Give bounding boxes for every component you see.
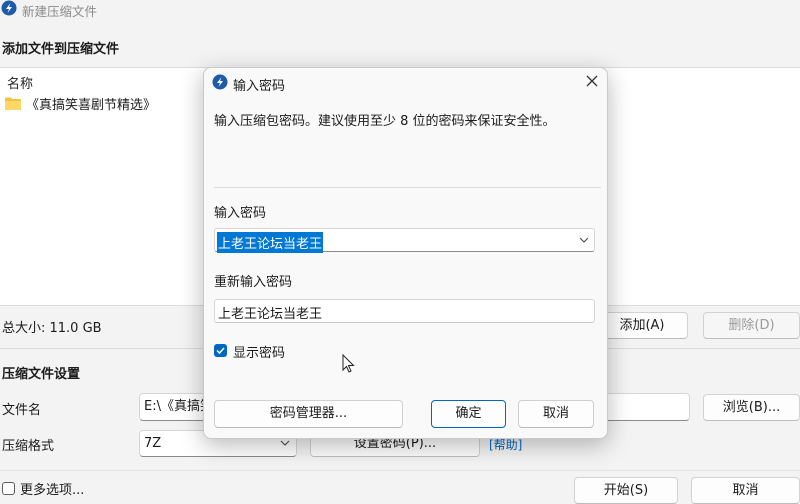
more-options-checkbox[interactable] xyxy=(2,482,15,495)
password-input[interactable]: 上老王论坛当老王 xyxy=(214,228,595,253)
mouse-cursor-icon xyxy=(342,354,355,373)
checkmark-icon xyxy=(216,347,225,355)
browse-button[interactable]: 浏览(B)... xyxy=(703,394,800,421)
app-logo-icon xyxy=(1,0,17,16)
total-size: 总大小: 11.0 GB xyxy=(2,321,102,336)
start-button[interactable]: 开始(S) xyxy=(574,477,678,504)
list-item[interactable]: 《真搞笑喜剧节精选》 xyxy=(5,94,157,113)
window-title: 新建压缩文件 xyxy=(22,4,98,19)
app-logo-icon xyxy=(212,74,228,90)
dialog-cancel-button[interactable]: 取消 xyxy=(518,400,594,428)
password-manager-button[interactable]: 密码管理器... xyxy=(214,400,403,428)
main-cancel-button[interactable]: 取消 xyxy=(691,477,800,504)
chevron-down-icon[interactable] xyxy=(579,237,589,244)
add-section-heading: 添加文件到压缩文件 xyxy=(2,42,120,57)
dialog-description: 输入压缩包密码。建议使用至少 8 位的密码来保证安全性。 xyxy=(214,114,556,129)
show-password-checkbox[interactable] xyxy=(214,344,227,357)
password-value: 上老王论坛当老王 xyxy=(217,232,324,253)
settings-heading: 压缩文件设置 xyxy=(2,367,81,382)
confirm-password-label: 重新输入密码 xyxy=(214,275,293,290)
list-item-label: 《真搞笑喜剧节精选》 xyxy=(26,97,157,113)
add-button[interactable]: 添加(A) xyxy=(596,312,688,339)
show-password-label[interactable]: 显示密码 xyxy=(233,342,285,361)
dialog-title: 输入密码 xyxy=(233,79,286,94)
delete-button[interactable]: 删除(D) xyxy=(703,312,800,339)
password-label: 输入密码 xyxy=(214,206,267,221)
dialog-separator xyxy=(214,187,601,188)
chevron-down-icon xyxy=(280,440,290,446)
divider xyxy=(0,470,800,471)
close-icon[interactable] xyxy=(584,73,600,89)
filename-label: 文件名 xyxy=(2,403,42,418)
confirm-password-input[interactable]: 上老王论坛当老王 xyxy=(214,299,595,323)
folder-icon xyxy=(5,97,21,110)
format-value: 7Z xyxy=(144,436,162,451)
window-titlebar: 新建压缩文件 xyxy=(0,0,800,20)
confirm-password-value: 上老王论坛当老王 xyxy=(218,307,323,322)
format-label: 压缩格式 xyxy=(2,439,55,454)
ok-button[interactable]: 确定 xyxy=(431,400,506,428)
more-options-label[interactable]: 更多选项... xyxy=(20,479,84,498)
column-header-name[interactable]: 名称 xyxy=(7,73,33,92)
password-dialog: 输入密码 输入压缩包密码。建议使用至少 8 位的密码来保证安全性。 输入密码 上… xyxy=(203,67,608,439)
